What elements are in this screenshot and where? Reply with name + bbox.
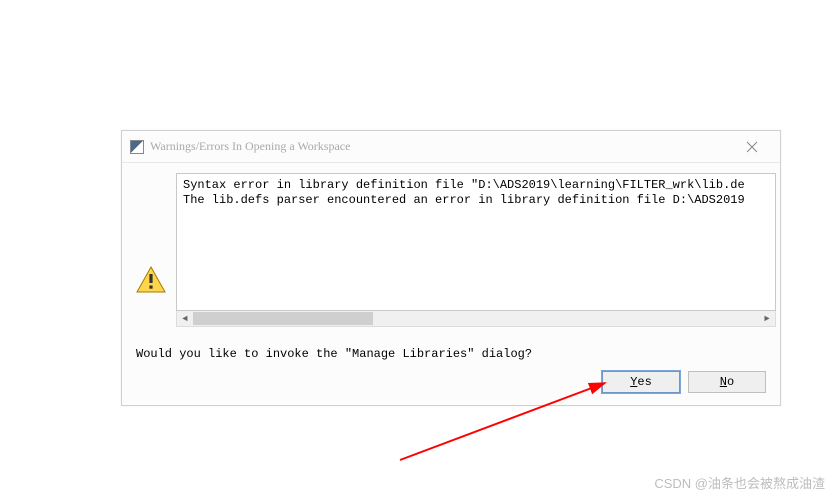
- scroll-thumb[interactable]: [193, 312, 373, 325]
- button-row: Yes No: [122, 365, 780, 405]
- scroll-left-arrow-icon[interactable]: ◄: [177, 312, 193, 326]
- close-button[interactable]: [734, 133, 770, 161]
- yes-rest: es: [637, 375, 651, 389]
- warning-icon: [136, 266, 166, 294]
- watermark: CSDN @油条也会被熬成油渣: [654, 473, 825, 492]
- no-rest: o: [727, 375, 734, 389]
- dialog-content: Syntax error in library definition file …: [122, 163, 780, 341]
- horizontal-scrollbar[interactable]: ◄ ►: [176, 311, 776, 327]
- scroll-track[interactable]: [193, 312, 759, 325]
- titlebar[interactable]: Warnings/Errors In Opening a Workspace: [122, 131, 780, 163]
- no-mnemonic: N: [720, 375, 727, 389]
- close-icon: [746, 141, 758, 153]
- app-icon: [130, 140, 144, 154]
- error-textbox[interactable]: Syntax error in library definition file …: [176, 173, 776, 311]
- warnings-errors-dialog: Warnings/Errors In Opening a Workspace S…: [121, 130, 781, 406]
- no-button[interactable]: No: [688, 371, 766, 393]
- error-line-2: The lib.defs parser encountered an error…: [183, 193, 745, 207]
- scroll-right-arrow-icon[interactable]: ►: [759, 312, 775, 326]
- main-column: Syntax error in library definition file …: [176, 173, 776, 327]
- yes-button[interactable]: Yes: [602, 371, 680, 393]
- dialog-title: Warnings/Errors In Opening a Workspace: [150, 139, 350, 154]
- error-line-1: Syntax error in library definition file …: [183, 178, 745, 192]
- question-text: Would you like to invoke the "Manage Lib…: [122, 341, 780, 365]
- icon-column: [136, 173, 166, 327]
- yes-mnemonic: Y: [630, 375, 637, 389]
- titlebar-left: Warnings/Errors In Opening a Workspace: [130, 139, 350, 154]
